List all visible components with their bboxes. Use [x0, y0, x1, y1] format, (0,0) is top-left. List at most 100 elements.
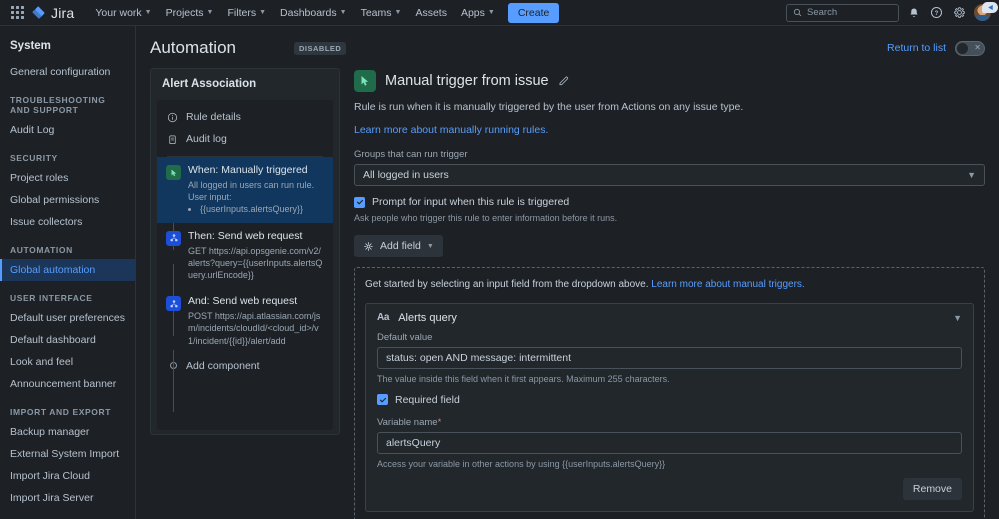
rule-node-and-send-web-request[interactable]: And: Send web request POST https://api.a… — [157, 288, 333, 354]
trigger-header: Manual trigger from issue — [354, 70, 985, 92]
default-value-input[interactable]: status: open AND message: intermittent — [377, 346, 962, 369]
manual-trigger-icon — [166, 165, 181, 180]
close-icon: ✕ — [974, 43, 981, 52]
top-navigation-bar: Jira Your work ▼ Projects ▼ Filters ▼ Da… — [0, 0, 999, 26]
rule-enabled-toggle[interactable]: ✕ — [955, 40, 985, 56]
nav-label: Your work — [95, 6, 142, 19]
rule-node-then-send-web-request[interactable]: Then: Send web request GET https://api.o… — [157, 223, 333, 289]
create-button[interactable]: Create — [507, 2, 560, 23]
variable-name-text: alertsQuery — [386, 436, 441, 449]
search-input[interactable]: Search — [786, 3, 899, 22]
sidebar-heading-automation: AUTOMATION — [10, 245, 73, 255]
rule-details-link[interactable]: Rule details — [157, 106, 333, 128]
nav-label: Filters — [227, 6, 257, 19]
node-subtitle: GET https://api.opsgenie.com/v2/alerts?q… — [188, 245, 323, 280]
return-to-list-link[interactable]: Return to list — [887, 42, 946, 54]
sidebar-heading-user-interface: USER INTERFACE — [10, 293, 93, 303]
nav-label: Teams — [360, 6, 392, 19]
trigger-description: Rule is run when it is manually triggere… — [354, 101, 744, 113]
sidebar-item-default-dashboard[interactable]: Default dashboard — [0, 329, 135, 351]
input-field-name: Alerts query — [398, 311, 457, 324]
nav-label: Apps — [460, 6, 485, 19]
nav-item-teams[interactable]: Teams ▼ — [354, 3, 409, 23]
nav-item-apps[interactable]: Apps ▼ — [454, 3, 502, 23]
svg-text:?: ? — [935, 11, 939, 17]
groups-field-label: Groups that can run trigger — [354, 149, 468, 160]
nav-item-your-work[interactable]: Your work ▼ — [88, 3, 158, 23]
prompt-for-input-checkbox-row[interactable]: Prompt for input when this rule is trigg… — [354, 196, 985, 208]
rule-components-panel: Alert Association Rule details Audit log — [150, 68, 340, 435]
app-switcher-icon[interactable] — [6, 2, 28, 24]
text-field-icon: Aa — [377, 312, 390, 323]
node-subtitle: POST https://api.atlassian.com/jsm/incid… — [188, 311, 321, 346]
sidebar-item-global-automation[interactable]: Global automation — [0, 259, 135, 281]
chevron-down-icon: ▼ — [967, 170, 976, 180]
input-field-card-body: Default value status: open AND message: … — [366, 332, 973, 511]
nav-item-projects[interactable]: Projects ▼ — [159, 3, 221, 23]
add-component-label: Add component — [186, 359, 260, 372]
flow-connector — [173, 350, 174, 412]
get-started-text-part1: Get started by selecting an input field … — [365, 279, 652, 290]
nav-item-dashboards[interactable]: Dashboards ▼ — [273, 3, 354, 23]
sidebar-item-project-roles[interactable]: Project roles — [0, 167, 135, 189]
web-request-icon — [166, 230, 181, 246]
page-title: Automation — [150, 38, 236, 57]
search-placeholder: Search — [807, 7, 838, 18]
required-field-checkbox[interactable] — [377, 394, 388, 405]
gear-icon[interactable] — [951, 4, 968, 21]
help-icon[interactable]: ? — [928, 4, 945, 21]
manual-trigger-icon — [354, 70, 376, 92]
status-badge: DISABLED — [294, 41, 347, 55]
audit-log-link[interactable]: Audit log — [157, 128, 333, 150]
add-field-button[interactable]: Add field ▼ — [354, 235, 443, 257]
clipboard-icon — [169, 134, 176, 144]
rule-node-when-manually-triggered[interactable]: When: Manually triggered All logged in u… — [157, 157, 333, 223]
groups-select[interactable]: All logged in users ▼ — [354, 164, 985, 186]
sidebar-item-audit-log[interactable]: Audit Log — [0, 119, 135, 141]
sidebar-heading-import-and-export: IMPORT AND EXPORT — [10, 407, 112, 417]
chevron-down-icon[interactable]: ▼ — [953, 313, 962, 323]
sidebar-item-backup-manager[interactable]: Backup manager — [0, 421, 135, 443]
chevron-down-icon: ▼ — [394, 9, 402, 16]
pencil-icon[interactable] — [558, 75, 570, 87]
search-icon — [793, 8, 802, 17]
jira-logo-icon — [31, 5, 46, 20]
rule-flow: Rule details Audit log When: Manually tr… — [157, 100, 333, 430]
sidebar-item-look-and-feel[interactable]: Look and feel — [0, 351, 135, 373]
learn-more-manual-triggers-link[interactable]: Learn more about manual triggers. — [651, 279, 804, 290]
sidebar-title: System — [10, 40, 51, 52]
sidebar-item-import-jira-server[interactable]: Import Jira Server — [0, 487, 135, 509]
sidebar-item-global-permissions[interactable]: Global permissions — [0, 189, 135, 211]
nav-item-assets[interactable]: Assets — [408, 3, 454, 23]
chevron-down-icon: ▼ — [206, 9, 214, 16]
input-fields-dashed-container: Get started by selecting an input field … — [354, 267, 985, 519]
input-field-card-header[interactable]: Aa Alerts query ▼ — [366, 304, 973, 332]
node-title: Then: Send web request — [188, 229, 303, 242]
sidebar-item-external-system-import[interactable]: External System Import — [0, 443, 135, 465]
nav-item-filters[interactable]: Filters ▼ — [220, 3, 273, 23]
jira-logo[interactable]: Jira — [31, 5, 74, 21]
add-field-label: Add field — [380, 240, 421, 252]
add-component-button[interactable]: Add component — [157, 354, 333, 378]
notifications-icon[interactable] — [905, 4, 922, 21]
required-field-checkbox-row[interactable]: Required field — [377, 394, 962, 406]
sidebar-item-general-configuration[interactable]: General configuration — [0, 61, 135, 83]
chevron-down-icon: ▼ — [259, 9, 267, 16]
sidebar-item-issue-collectors[interactable]: Issue collectors — [0, 211, 135, 233]
rule-details-label: Rule details — [186, 111, 241, 123]
learn-more-manual-rules-link[interactable]: Learn more about manually running rules. — [354, 124, 985, 136]
prompt-for-input-label: Prompt for input when this rule is trigg… — [372, 196, 570, 208]
input-field-card-alerts-query: Aa Alerts query ▼ Default value status: … — [365, 302, 974, 512]
node-subtitle: All logged in users can run rule. User i… — [188, 179, 314, 215]
sidebar-item-import-jira-cloud[interactable]: Import Jira Cloud — [0, 465, 135, 487]
sidebar-item-default-user-preferences[interactable]: Default user preferences — [0, 307, 135, 329]
system-sidebar: System General configuration TROUBLESHOO… — [0, 26, 136, 519]
profile-badge-icon[interactable] — [982, 2, 998, 13]
toggle-knob — [957, 42, 968, 54]
remove-field-button[interactable]: Remove — [902, 477, 962, 500]
variable-name-input[interactable]: alertsQuery — [377, 431, 962, 454]
prompt-for-input-checkbox[interactable] — [354, 196, 365, 208]
sidebar-item-announcement-banner[interactable]: Announcement banner — [0, 373, 135, 395]
variable-name-label-text: Variable name — [377, 416, 438, 428]
top-nav-right-cluster: Search ? — [786, 3, 993, 22]
